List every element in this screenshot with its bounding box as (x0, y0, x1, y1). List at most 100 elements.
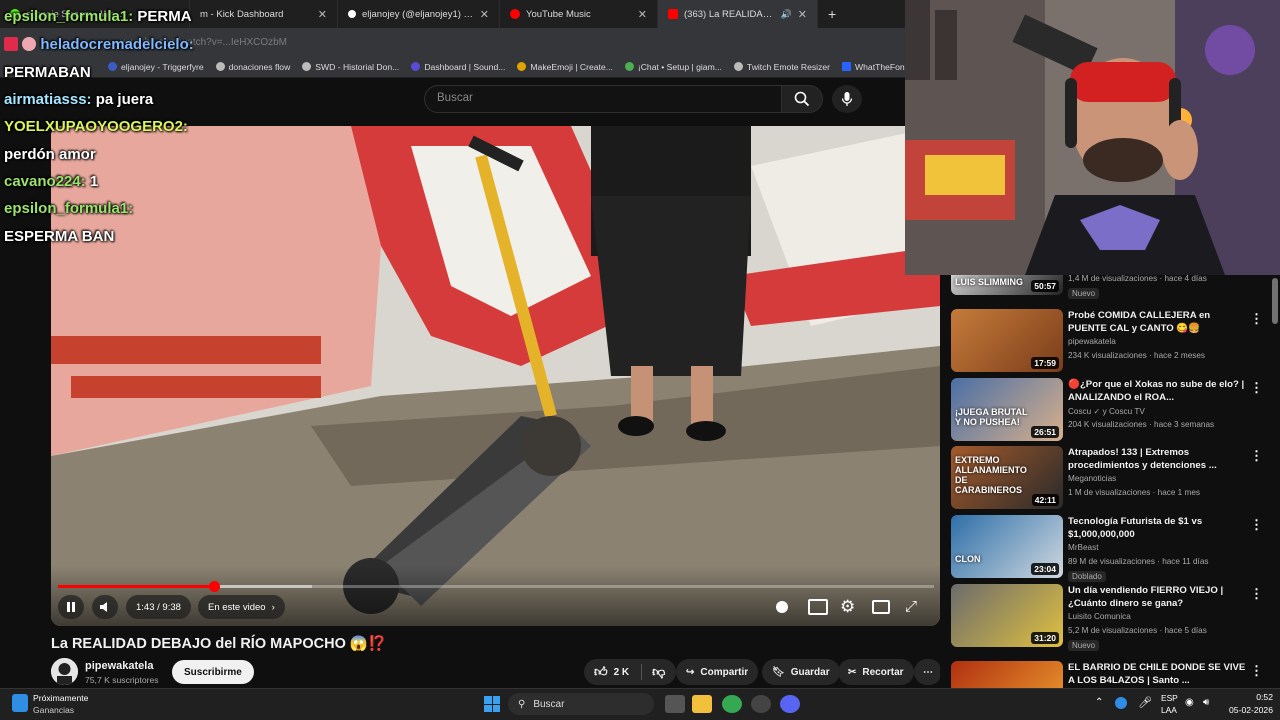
more-actions-button[interactable]: ⋯ (914, 659, 942, 685)
share-button[interactable]: ↪ Compartir (676, 659, 759, 685)
chat-username: airmatiasss: (4, 91, 92, 108)
bookmark-label: eljanojey - Triggerfyre (121, 61, 204, 72)
tab-youtube-video[interactable]: (363) La REALIDAD DEBAJO 🔊 ✕ (658, 0, 818, 28)
like-count: 2 K (613, 666, 630, 678)
more-vertical-icon[interactable]: ⋮ (1250, 586, 1263, 602)
video-frame (51, 126, 940, 626)
file-explorer-icon[interactable] (692, 695, 712, 713)
close-icon[interactable]: ✕ (798, 8, 807, 21)
more-vertical-icon[interactable]: ⋮ (1250, 311, 1263, 327)
recommendation-card[interactable]: 17:59 Probé COMIDA CALLEJERA en PUENTE CA… (951, 309, 1269, 373)
miniplayer-button[interactable] (872, 600, 890, 614)
widgets-icon[interactable] (12, 694, 28, 712)
bookmark-item[interactable]: MakeEmoji | Create... (517, 62, 613, 72)
onedrive-icon[interactable] (1115, 697, 1127, 709)
video-thumbnail[interactable]: LUIS SLIMMING 50:57 (951, 275, 1063, 295)
recommendation-card[interactable]: CLON 23:04 Tecnología Futurista de $1 vs $… (951, 515, 1269, 582)
subscriber-count: 75,7 K suscriptores (85, 675, 159, 685)
recommendation-card[interactable]: 31:20 Un día vendiendo FIERRO VIEJO | ¿Cu… (951, 584, 1269, 651)
volume-button[interactable] (92, 595, 118, 619)
pause-button[interactable] (58, 595, 84, 619)
more-vertical-icon[interactable]: ⋮ (1250, 663, 1263, 679)
recommendation-card[interactable]: EL BARRIO DE CHILE DONDE SE VIVE A LOS B… (951, 661, 1269, 688)
close-icon[interactable]: ✕ (480, 8, 489, 21)
thumbnail-text: EXTREMO ALLANAMIENTO DE CARABINEROS (955, 455, 1027, 495)
video-thumbnail[interactable]: ¡JUEGA BRUTAL Y NO PUSHEA! 26:51 (951, 378, 1063, 441)
close-icon[interactable]: ✕ (638, 8, 647, 21)
clip-button[interactable]: ✂ Recortar (838, 659, 914, 685)
speaker-icon[interactable]: 🔊 (781, 9, 792, 20)
settings-button[interactable]: ⚙ (840, 597, 855, 617)
chat-text: pa juera (95, 91, 154, 108)
wifi-icon[interactable]: ◉ (1185, 697, 1194, 708)
taskbar-search-label: Buscar (533, 698, 565, 710)
widget-subtitle: Ganancias (33, 705, 75, 715)
channel-name: Coscu ✓ y Coscu TV (1068, 407, 1145, 416)
chevron-right-icon: › (271, 601, 275, 613)
tab-tiktok[interactable]: eljanojey (@eljanojey1) | TikTok ✕ (338, 0, 500, 28)
video-player[interactable] (51, 126, 940, 626)
widget-title: Próximamente (33, 693, 89, 703)
subscribe-button[interactable]: Suscribirme (172, 660, 254, 684)
bookmark-item[interactable]: donaciones flow (215, 62, 290, 72)
like-button[interactable]: 👍︎ 2 K (594, 664, 629, 680)
more-vertical-icon[interactable]: ⋮ (1250, 517, 1263, 533)
video-thumbnail[interactable]: CLON 23:04 (951, 515, 1063, 578)
bookmark-label: Dashboard | Sound... (424, 61, 506, 72)
app-icon[interactable] (751, 695, 771, 713)
new-tab-button[interactable]: + (818, 0, 848, 28)
avatar[interactable] (51, 658, 78, 685)
video-thumbnail[interactable] (951, 661, 1063, 688)
start-button[interactable] (484, 696, 500, 712)
bookmark-item[interactable]: eljanojey - Triggerfyre (108, 62, 204, 72)
bookmark-label: ¡Chat • Setup | giam... (637, 61, 722, 72)
chat-message: heladocremadelcielo: (4, 36, 194, 53)
microphone-icon[interactable]: 🎤︎ (1138, 696, 1152, 709)
recommendation-card[interactable]: EXTREMO ALLANAMIENTO DE CARABINEROS 42:11… (951, 446, 1269, 510)
save-button[interactable]: 🔖︎ Guardar (762, 659, 840, 685)
fullscreen-button[interactable]: ⤢ (905, 598, 917, 615)
chevron-up-icon[interactable]: ⌃ (1095, 697, 1103, 708)
channel-name: pipewakatela (1068, 337, 1116, 346)
more-vertical-icon[interactable]: ⋮ (1250, 380, 1263, 396)
search-button[interactable] (781, 85, 823, 113)
scrubber-handle[interactable] (208, 581, 220, 592)
chrome-icon[interactable] (722, 695, 742, 713)
voice-search-button[interactable] (832, 85, 862, 113)
tab-youtube-music[interactable]: YouTube Music ✕ (500, 0, 658, 28)
channel-name: MrBeast (1068, 543, 1099, 552)
dislike-button[interactable]: 👎︎ (652, 664, 665, 680)
progress-bar[interactable] (58, 581, 934, 592)
autoplay-toggle[interactable] (772, 598, 792, 616)
language-indicator[interactable]: ESP (1161, 693, 1178, 703)
volume-icon[interactable]: 🔊︎ (1203, 697, 1209, 708)
bookmark-item[interactable]: ¡Chat • Setup | giam... (624, 61, 722, 72)
video-thumbnail[interactable]: 31:20 (951, 584, 1063, 647)
discord-icon[interactable] (780, 695, 800, 713)
tab-label: YouTube Music (526, 8, 591, 20)
video-title: EL BARRIO DE CHILE DONDE SE VIVE A LOS B… (1068, 662, 1246, 686)
tab-kick-dashboard[interactable]: m - Kick Dashboard ✕ (190, 0, 338, 28)
bookmark-item[interactable]: Dashboard | Sound... (411, 62, 505, 72)
video-meta: 204 K visualizaciones · hace 3 semanas (1068, 420, 1215, 429)
recommendation-card[interactable]: ¡JUEGA BRUTAL Y NO PUSHEA! 26:51 🔴¿Por que… (951, 378, 1269, 442)
more-horizontal-icon: ⋯ (923, 666, 933, 678)
chapters-button[interactable]: En este video › (198, 595, 285, 619)
task-view-icon[interactable] (665, 695, 685, 713)
share-icon: ↪ (686, 666, 695, 678)
bookmark-item[interactable]: SWD - Historial Don... (302, 62, 399, 72)
video-thumbnail[interactable]: 17:59 (951, 309, 1063, 372)
close-icon[interactable]: ✕ (318, 8, 327, 21)
sidebar-scrollbar[interactable] (1272, 278, 1278, 324)
volume-icon (100, 602, 107, 612)
search-input[interactable]: Buscar (424, 85, 782, 113)
clock-time[interactable]: 0:52 (1225, 692, 1273, 702)
video-thumbnail[interactable]: EXTREMO ALLANAMIENTO DE CARABINEROS 42:11 (951, 446, 1063, 509)
pause-icon (67, 602, 75, 612)
bookmark-item[interactable]: Twitch Emote Resizer (733, 62, 830, 72)
channel-name[interactable]: pipewakatela (85, 660, 153, 672)
chat-message: airmatiasss: pa juera (4, 91, 153, 108)
taskbar-search[interactable]: ⚲ Buscar (508, 693, 654, 715)
more-vertical-icon[interactable]: ⋮ (1250, 448, 1263, 464)
subtitles-button[interactable] (808, 599, 828, 615)
